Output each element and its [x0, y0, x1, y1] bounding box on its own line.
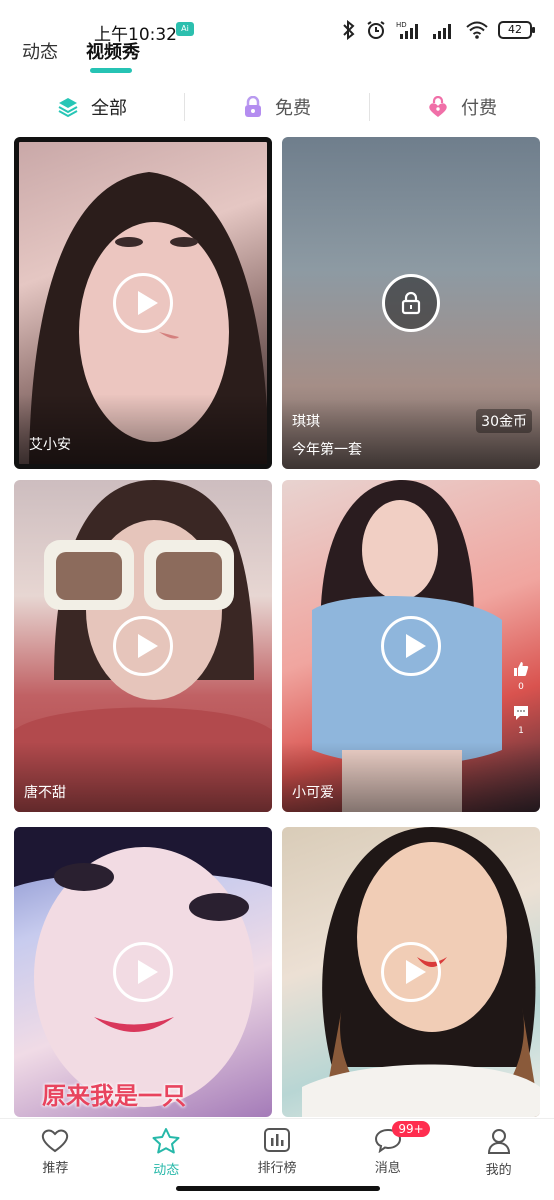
nav-recommend-label: 推荐 [42, 1161, 69, 1176]
user-icon [487, 1129, 510, 1154]
filter-all-label: 全部 [91, 98, 127, 119]
status-app-badge: Ai [176, 22, 194, 36]
card-author: 小可爱 [292, 785, 334, 801]
active-tab-indicator [90, 68, 132, 73]
bottom-nav: 推荐 动态 排行榜 99+ 消息 我的 [0, 1118, 554, 1182]
card-caption: 今年第一套 [292, 442, 362, 458]
nav-dongtai[interactable]: 动态 [111, 1119, 222, 1182]
card-title: 琪琪 [292, 414, 320, 430]
message-count-badge: 99+ [392, 1121, 430, 1137]
filter-free-label: 免费 [275, 98, 311, 119]
nav-messages[interactable]: 99+ 消息 [332, 1119, 443, 1182]
nav-dongtai-label: 动态 [153, 1163, 180, 1178]
card-author: 唐不甜 [24, 785, 66, 801]
play-icon[interactable] [113, 942, 173, 1002]
svg-text:HD: HD [396, 21, 407, 29]
layers-icon [58, 98, 78, 118]
nav-profile[interactable]: 我的 [443, 1119, 554, 1182]
video-card[interactable] [282, 827, 540, 1117]
video-card-locked[interactable]: 琪琪 30金币 今年第一套 [282, 137, 540, 469]
lock-icon [245, 96, 261, 117]
like-icon[interactable] [512, 660, 530, 678]
tab-video-show[interactable]: 视频秀 [86, 38, 140, 64]
video-card[interactable]: 唐不甜 [14, 480, 272, 812]
play-icon[interactable] [113, 616, 173, 676]
video-card[interactable]: 原来我是一只 [14, 827, 272, 1117]
nav-ranking[interactable]: 排行榜 [222, 1119, 333, 1182]
filter-paid[interactable]: 付费 [370, 84, 554, 130]
nav-ranking-label: 排行榜 [257, 1161, 297, 1176]
like-count: 0 [518, 682, 524, 692]
home-indicator [176, 1186, 380, 1191]
video-caption-overlay: 原来我是一只 [42, 1082, 186, 1110]
price-badge: 30金币 [476, 409, 532, 433]
status-bar: 上午10:32 Ai HD 42 [0, 0, 554, 45]
nav-recommend[interactable]: 推荐 [0, 1119, 111, 1182]
comment-icon[interactable] [512, 704, 530, 722]
nav-messages-label: 消息 [374, 1161, 401, 1176]
chart-icon [263, 1128, 290, 1152]
lock-button[interactable] [382, 274, 440, 332]
play-icon[interactable] [381, 616, 441, 676]
filter-bar: 全部 免费 付费 [0, 84, 554, 130]
card-author: 艾小安 [29, 437, 71, 453]
side-actions: 0 1 [510, 660, 532, 736]
nav-profile-label: 我的 [485, 1163, 512, 1178]
video-card[interactable]: 0 1 小可爱 [282, 480, 540, 812]
play-icon[interactable] [113, 273, 173, 333]
tab-dongtai[interactable]: 动态 [22, 38, 58, 64]
comment-count: 1 [518, 726, 524, 736]
lock-icon [401, 291, 421, 315]
video-grid: 艾小安 琪琪 30金币 今年第一套 唐不甜 0 1 小可爱 原来我是一只 [0, 137, 554, 1117]
top-tabs: 动态 视频秀 [0, 36, 554, 76]
star-icon [152, 1128, 180, 1154]
video-card[interactable]: 艾小安 [14, 137, 272, 469]
filter-paid-label: 付费 [461, 98, 497, 119]
heart-lock-icon [429, 96, 447, 117]
filter-free[interactable]: 免费 [185, 84, 369, 130]
filter-all[interactable]: 全部 [0, 84, 184, 130]
play-icon[interactable] [381, 942, 441, 1002]
heart-icon [42, 1129, 69, 1153]
